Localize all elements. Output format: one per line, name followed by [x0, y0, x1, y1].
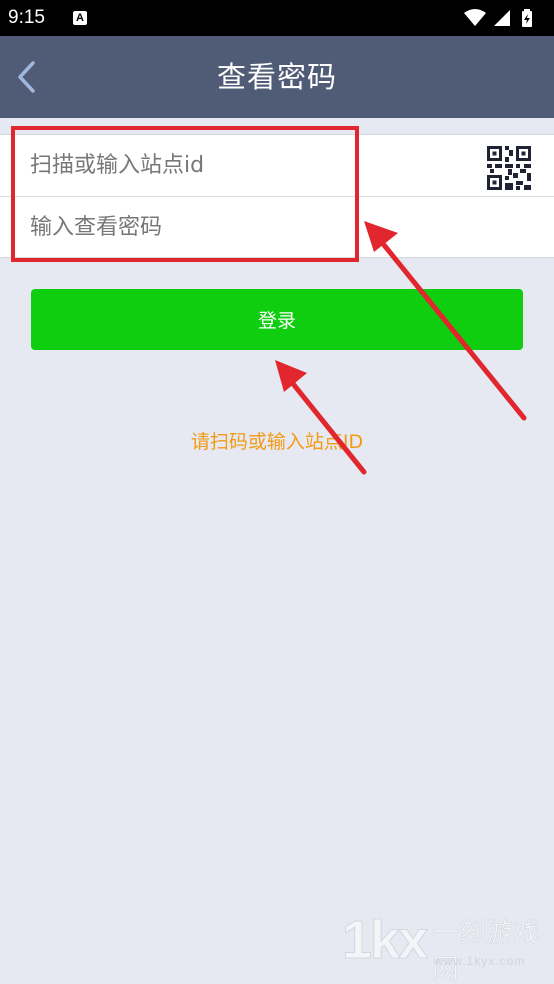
qr-scan-button[interactable] [486, 145, 532, 191]
status-icons [462, 8, 544, 28]
password-input[interactable] [30, 197, 470, 258]
app-header: 查看密码 [0, 36, 554, 118]
wifi-icon [464, 9, 486, 26]
site-id-input[interactable] [30, 135, 470, 196]
watermark: 1kx 一刻游戏网 www.1kyx.com [338, 908, 552, 984]
site-id-row [0, 135, 554, 196]
status-bar: 9:15 A [0, 0, 554, 36]
status-time: 9:15 [8, 7, 45, 28]
login-button[interactable]: 登录 [31, 289, 523, 350]
signal-icon [494, 10, 510, 26]
chevron-left-icon [18, 61, 35, 93]
qr-code-icon [487, 146, 531, 190]
watermark-logo: 1kx [341, 910, 428, 971]
password-row [0, 197, 554, 258]
notification-a-icon: A [73, 11, 87, 25]
watermark-url: www.1kyx.com [434, 954, 526, 968]
back-button[interactable] [6, 54, 46, 100]
battery-icon [522, 9, 532, 27]
login-form [0, 134, 554, 258]
hint-text: 请扫码或输入站点ID [190, 431, 364, 453]
watermark-name: 一刻游戏网 [432, 918, 541, 984]
page-title: 查看密码 [216, 60, 337, 94]
